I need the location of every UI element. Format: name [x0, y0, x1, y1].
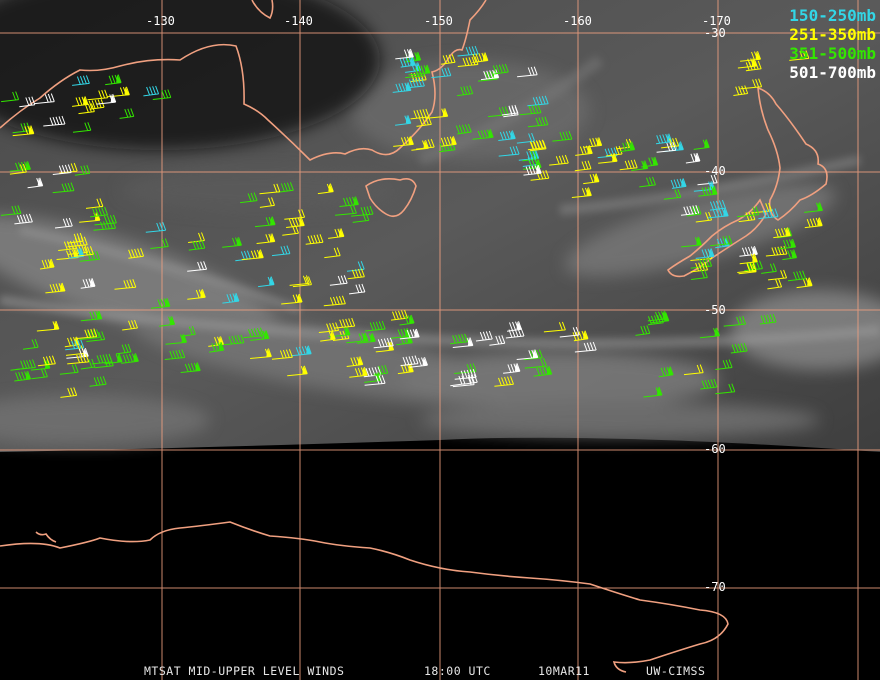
- antarctica-inlet: [35, 531, 57, 543]
- legend-item-501-700: 501-700mb: [789, 63, 876, 82]
- longitude-label-130: -130: [146, 14, 175, 28]
- latitude-label-30: -30: [704, 26, 726, 40]
- antarctica-coast: [0, 521, 729, 673]
- longitude-label-150: -150: [424, 14, 453, 28]
- product-name: MTSAT MID-UPPER LEVEL WINDS: [144, 664, 345, 678]
- latitude-label-70: -70: [704, 580, 726, 594]
- legend-item-150-250: 150-250mb: [789, 6, 876, 25]
- latitude-label-40: -40: [704, 164, 726, 178]
- legend-item-351-500: 351-500mb: [789, 44, 876, 63]
- latitude-label-60: -60: [704, 442, 726, 456]
- pressure-level-legend: 150-250mb 251-350mb 351-500mb 501-700mb: [789, 6, 876, 82]
- legend-item-251-350: 251-350mb: [789, 25, 876, 44]
- longitude-label-140: -140: [284, 14, 313, 28]
- producer-credit: UW-CIMSS: [646, 664, 706, 678]
- satellite-wind-map: -130 -140 -150 -160 -170 -30 -40 -50 -60…: [0, 0, 880, 680]
- image-date: 10MAR11: [538, 664, 590, 678]
- footer-caption: MTSAT MID-UPPER LEVEL WINDS 18:00 UTC 10…: [0, 664, 880, 678]
- map-canvas: [0, 0, 880, 680]
- valid-time: 18:00 UTC: [424, 664, 491, 678]
- longitude-label-160: -160: [563, 14, 592, 28]
- latitude-label-50: -50: [704, 303, 726, 317]
